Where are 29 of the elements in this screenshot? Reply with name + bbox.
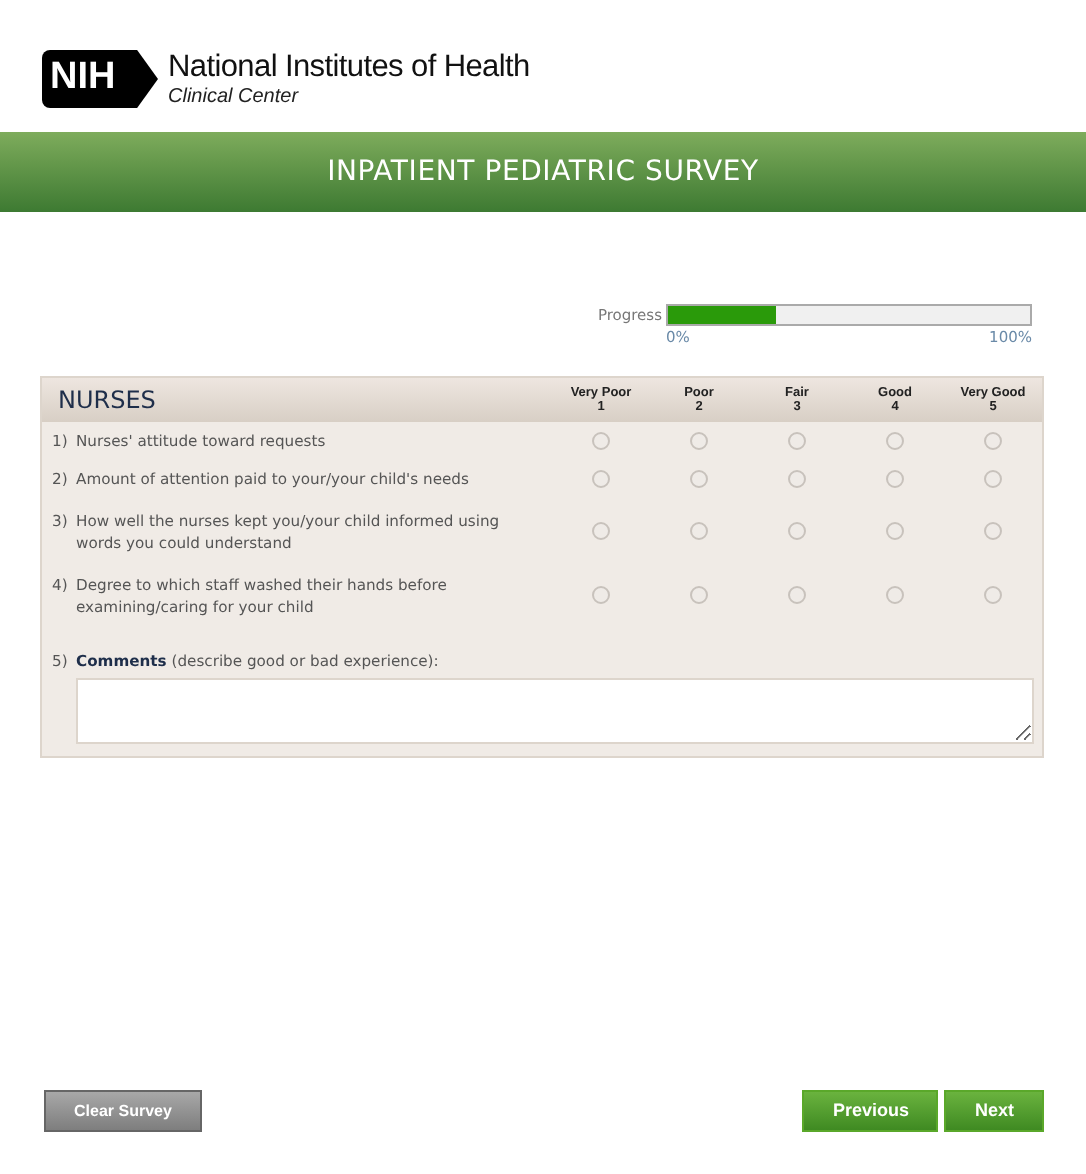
rating-radio[interactable] xyxy=(592,431,610,449)
rating-radio[interactable] xyxy=(690,469,708,487)
rating-radio[interactable] xyxy=(984,522,1002,540)
rating-radio[interactable] xyxy=(788,586,806,604)
rating-radio[interactable] xyxy=(592,522,610,540)
rating-radio[interactable] xyxy=(592,586,610,604)
rating-radio[interactable] xyxy=(788,431,806,449)
clear-survey-button[interactable]: Clear Survey xyxy=(44,1090,202,1132)
rating-radio[interactable] xyxy=(690,586,708,604)
rating-radio[interactable] xyxy=(592,469,610,487)
rating-radio[interactable] xyxy=(886,431,904,449)
logo-name: National Institutes of Health xyxy=(168,49,530,85)
rating-radio[interactable] xyxy=(984,469,1002,487)
rating-radio[interactable] xyxy=(690,522,708,540)
rating-radio[interactable] xyxy=(984,431,1002,449)
previous-button[interactable]: Previous xyxy=(802,1090,939,1132)
rating-radio[interactable] xyxy=(886,522,904,540)
logo-subtitle: Clinical Center xyxy=(168,85,301,109)
next-button[interactable]: Next xyxy=(944,1090,1044,1132)
rating-radio[interactable] xyxy=(886,469,904,487)
rating-radio[interactable] xyxy=(984,586,1002,604)
rating-radio[interactable] xyxy=(788,522,806,540)
rating-radio[interactable] xyxy=(886,586,904,604)
survey-title: INPATIENT PEDIATRIC SURVEY xyxy=(327,153,759,191)
logo-mark: NIH xyxy=(42,50,158,108)
rating-radio[interactable] xyxy=(690,431,708,449)
rating-radio[interactable] xyxy=(788,469,806,487)
comments-field[interactable] xyxy=(76,677,1034,744)
section-title: NURSES xyxy=(56,383,158,417)
